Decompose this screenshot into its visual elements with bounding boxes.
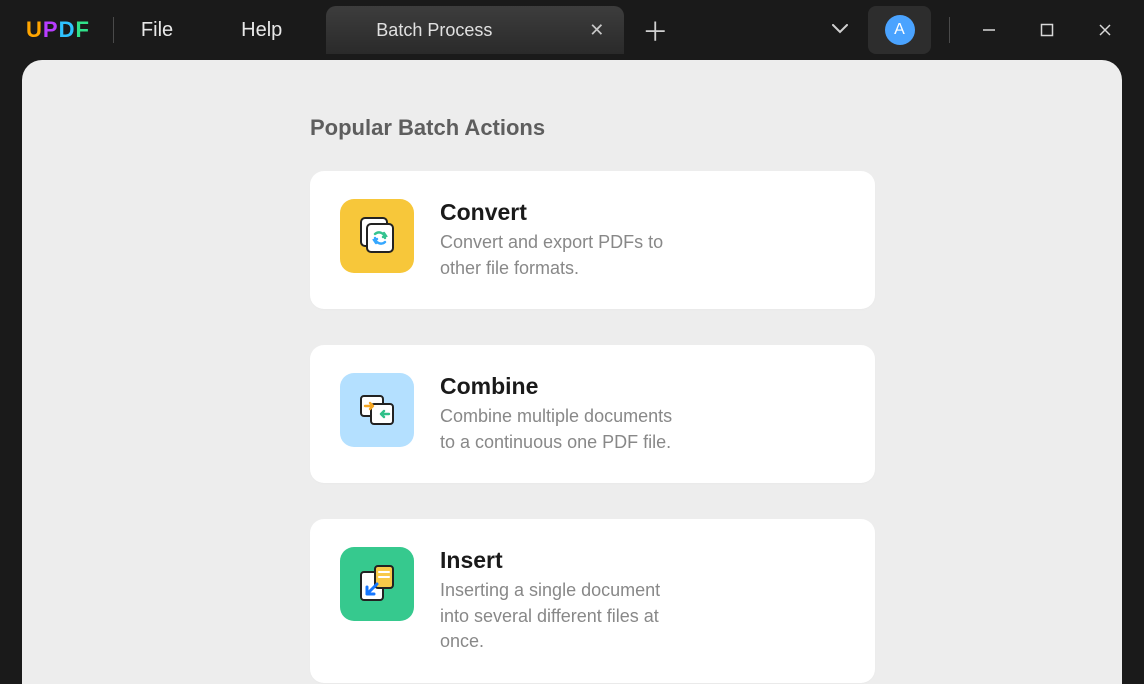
chevron-down-icon[interactable] [820,21,860,39]
section-title: Popular Batch Actions [310,115,1122,141]
combine-icon [340,373,414,447]
account-button[interactable]: A [868,6,931,54]
card-desc: Combine multiple documents to a continuo… [440,404,690,455]
batch-actions-list: Convert Convert and export PDFs to other… [310,171,1122,683]
tab-label: Batch Process [376,20,492,41]
card-convert[interactable]: Convert Convert and export PDFs to other… [310,171,875,309]
maximize-button[interactable] [1018,10,1076,50]
titlebar: UPDF File Help Batch Process ✕ ＋ A [0,0,1144,60]
separator [113,17,114,43]
menu-help[interactable]: Help [237,13,286,48]
app-logo: UPDF [26,17,90,43]
card-title: Insert [440,547,690,574]
card-title: Convert [440,199,690,226]
close-icon[interactable]: ✕ [589,20,604,41]
separator [949,17,950,43]
menu-file[interactable]: File [137,13,177,48]
insert-icon [340,547,414,621]
tab-batch-process[interactable]: Batch Process ✕ [326,6,624,54]
card-combine[interactable]: Combine Combine multiple documents to a … [310,345,875,483]
content-area: Popular Batch Actions Convert Convert an… [22,60,1122,684]
close-button[interactable] [1076,10,1134,50]
card-desc: Convert and export PDFs to other file fo… [440,230,690,281]
minimize-button[interactable] [960,10,1018,50]
new-tab-button[interactable]: ＋ [636,12,674,49]
card-desc: Inserting a single document into several… [440,578,690,655]
avatar: A [885,15,915,45]
card-title: Combine [440,373,690,400]
card-insert[interactable]: Insert Inserting a single document into … [310,519,875,683]
convert-icon [340,199,414,273]
